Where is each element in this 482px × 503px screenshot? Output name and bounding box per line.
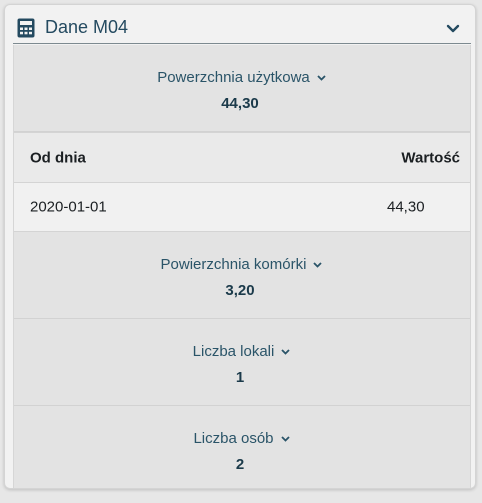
metric-value: 3,20: [225, 282, 255, 299]
metric-unit-count-toggle[interactable]: Liczba lokali: [193, 343, 292, 360]
metric-label: Liczba lokali: [192, 343, 275, 360]
metric-label: Powierzchnia komórki: [160, 256, 307, 273]
table-header: Od dnia Wartość: [14, 132, 470, 183]
chevron-down-icon: [281, 349, 290, 355]
metric-cellar-area: Powierzchnia komórki 3,20: [14, 232, 470, 319]
metric-usable-area-toggle[interactable]: Powerzchnia użytkowa: [157, 69, 327, 86]
panel-body: Powerzchnia użytkowa 44,30 Od dnia Warto…: [13, 45, 471, 488]
column-header-value: Wartość: [401, 149, 460, 166]
metric-unit-count: Liczba lokali 1: [14, 319, 470, 406]
chevron-down-icon[interactable]: [445, 20, 461, 36]
column-header-from-date: Od dnia: [30, 149, 86, 166]
metric-person-count-toggle[interactable]: Liczba osób: [193, 430, 290, 447]
metric-cellar-area-toggle[interactable]: Powierzchnia komórki: [161, 256, 324, 273]
chevron-down-icon: [317, 75, 326, 81]
metric-person-count: Liczba osób 2: [14, 406, 470, 488]
calculator-icon: [17, 18, 35, 37]
metric-value: 2: [235, 456, 245, 473]
panel-title: Dane M04: [45, 17, 129, 37]
data-panel: Dane M04 Powerzchnia użytkowa 44,30 Od d…: [4, 4, 476, 489]
metric-value: 44,30: [221, 95, 259, 112]
panel-header: Dane M04: [13, 12, 471, 44]
metric-usable-area: Powerzchnia użytkowa 44,30: [14, 45, 470, 132]
chevron-down-icon: [313, 262, 323, 268]
row-value: 44,30: [387, 198, 425, 216]
metric-label: Liczba osób: [193, 430, 274, 447]
row-date: 2020-01-01: [30, 198, 107, 216]
chevron-down-icon: [280, 436, 290, 442]
table-row: 2020-01-01 44,30: [14, 183, 470, 232]
metric-value: 1: [235, 369, 245, 386]
metric-label: Powerzchnia użytkowa: [157, 69, 310, 86]
